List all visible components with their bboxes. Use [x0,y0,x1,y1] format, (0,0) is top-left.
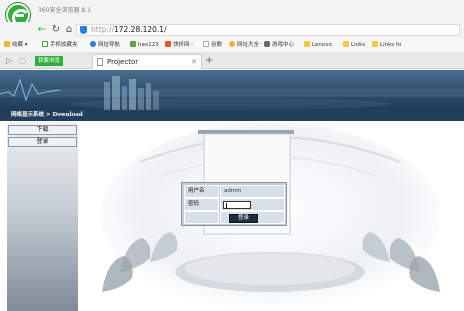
bookmark-hao123[interactable]: hao123 [130,41,159,50]
refresh-icon[interactable]: ↻ [50,24,62,36]
close-icon[interactable]: ✕ [191,55,197,69]
tab-label: Projector [107,58,139,66]
username-label: 用户名 [184,185,219,198]
breadcrumb: 网络显示系统 > Download [0,110,464,121]
phone-icon [42,41,48,47]
globe-icon [90,41,96,47]
bookmark-favorites[interactable]: 收藏 ▾ [4,41,28,50]
star-icon [4,41,10,47]
smile-icon [229,41,235,47]
undo-close-icon[interactable]: ◌ [19,56,26,66]
bookmark-mobile[interactable]: 手机收藏夹 [42,41,78,50]
folder-icon [343,41,349,47]
folder-icon [372,41,378,47]
page-icon [203,41,209,47]
password-cell [220,198,285,211]
banner-artwork [0,76,390,110]
bookmark-games[interactable]: 游戏中心 [264,41,294,50]
home-icon[interactable]: ⌂ [63,24,75,36]
bookmark-links[interactable]: Links [343,41,365,50]
tab-strip: ▷ ◌ 我要浏览 Projector ✕ + [0,53,464,69]
bookmark-links-fo[interactable]: Links fo [372,41,401,50]
text-caret [226,203,227,208]
url-host: 172.28.120.1/ [113,25,167,34]
url-protocol: http:// [91,25,114,34]
gamepad-icon [264,41,270,47]
submit-cell: 登录 [220,211,285,224]
hao123-icon [130,41,136,47]
sidebar: 下载 登录 [7,122,78,311]
shield-icon [80,26,87,34]
menu-login-button[interactable]: 登录 [8,137,77,147]
sidebar-toggle-icon[interactable]: ▷ [6,56,12,66]
login-form: 用户名 admin 密码 登录 [181,182,287,226]
bookmark-lenovo[interactable]: Lenovo [304,41,332,50]
document-icon [97,58,103,66]
folder-icon [304,41,310,47]
bookmarks-bar: 收藏 ▾ 手机收藏夹 网址导航 hao123 快折网 - 谷歌 网址大全 游戏中… [0,38,464,53]
new-tab-button[interactable]: + [205,55,213,67]
password-label: 密码 [184,198,219,211]
browser-title-bar: 360安全浏览器 8.1 [0,0,464,27]
tab-projector[interactable]: Projector ✕ [92,54,202,69]
bookmark-google[interactable]: 谷歌 [203,41,222,50]
username-value: admin [220,185,285,198]
address-bar: ← ↻ ⌂ http://172.28.120.1/ [0,22,464,38]
bookmark-kuaizhe[interactable]: 快折网 - [165,41,193,50]
login-button[interactable]: 登录 [229,214,258,223]
kuaizhe-icon [165,41,171,47]
url-input[interactable]: http://172.28.120.1/ [76,24,460,36]
tab-safe-browse[interactable]: 我要浏览 [35,56,64,66]
menu-download-button[interactable]: 下载 [8,125,77,135]
bookmark-directory[interactable]: 网址大全 [229,41,259,50]
header-banner [0,70,464,110]
submit-spacer [184,211,219,224]
browser-title: 360安全浏览器 8.1 [38,7,91,14]
back-arrow-icon[interactable]: ← [36,24,48,36]
bookmark-nav[interactable]: 网址导航 [90,41,120,50]
password-input[interactable] [223,201,251,209]
